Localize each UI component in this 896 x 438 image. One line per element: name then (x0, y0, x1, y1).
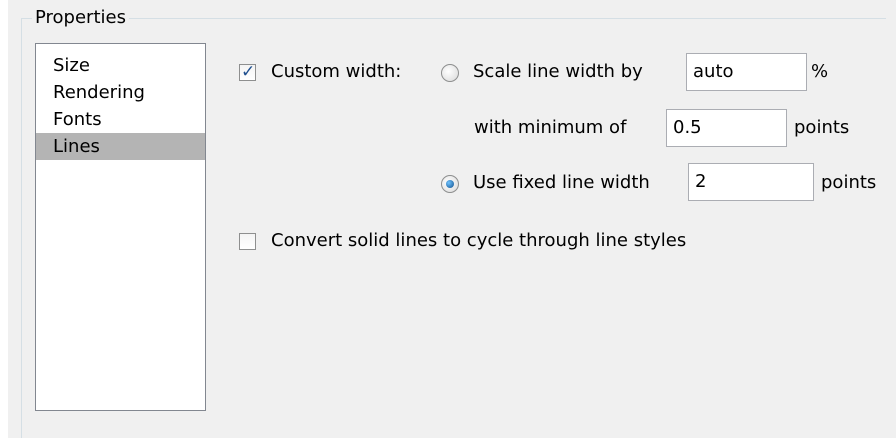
category-item-rendering[interactable]: Rendering (36, 79, 205, 106)
properties-group-title: Properties (32, 6, 129, 30)
custom-width-label: Custom width: (271, 61, 402, 82)
category-item-fonts[interactable]: Fonts (36, 106, 205, 133)
minimum-label: with minimum of (474, 117, 627, 138)
minimum-unit-label: points (794, 117, 850, 138)
scale-value-input[interactable]: auto (686, 53, 807, 91)
checkmark-icon: ✓ (241, 62, 256, 82)
convert-solid-lines-label: Convert solid lines to cycle through lin… (271, 230, 687, 251)
minimum-value-input[interactable]: 0.5 (666, 109, 787, 147)
category-item-lines[interactable]: Lines (36, 133, 205, 160)
fixed-value-input[interactable]: 2 (688, 163, 814, 201)
scale-line-width-label: Scale line width by (473, 61, 643, 82)
scale-unit-label: % (811, 61, 829, 82)
scale-line-width-radio[interactable] (441, 64, 459, 82)
fixed-unit-label: points (821, 172, 877, 193)
custom-width-checkbox[interactable]: ✓ (239, 62, 256, 82)
fixed-line-width-label: Use fixed line width (473, 172, 650, 193)
category-list[interactable]: Size Rendering Fonts Lines (35, 43, 206, 411)
radio-selected-dot-icon (446, 180, 454, 188)
category-item-size[interactable]: Size (36, 52, 205, 79)
fixed-line-width-radio[interactable] (441, 175, 459, 193)
convert-solid-lines-checkbox[interactable] (239, 233, 256, 250)
